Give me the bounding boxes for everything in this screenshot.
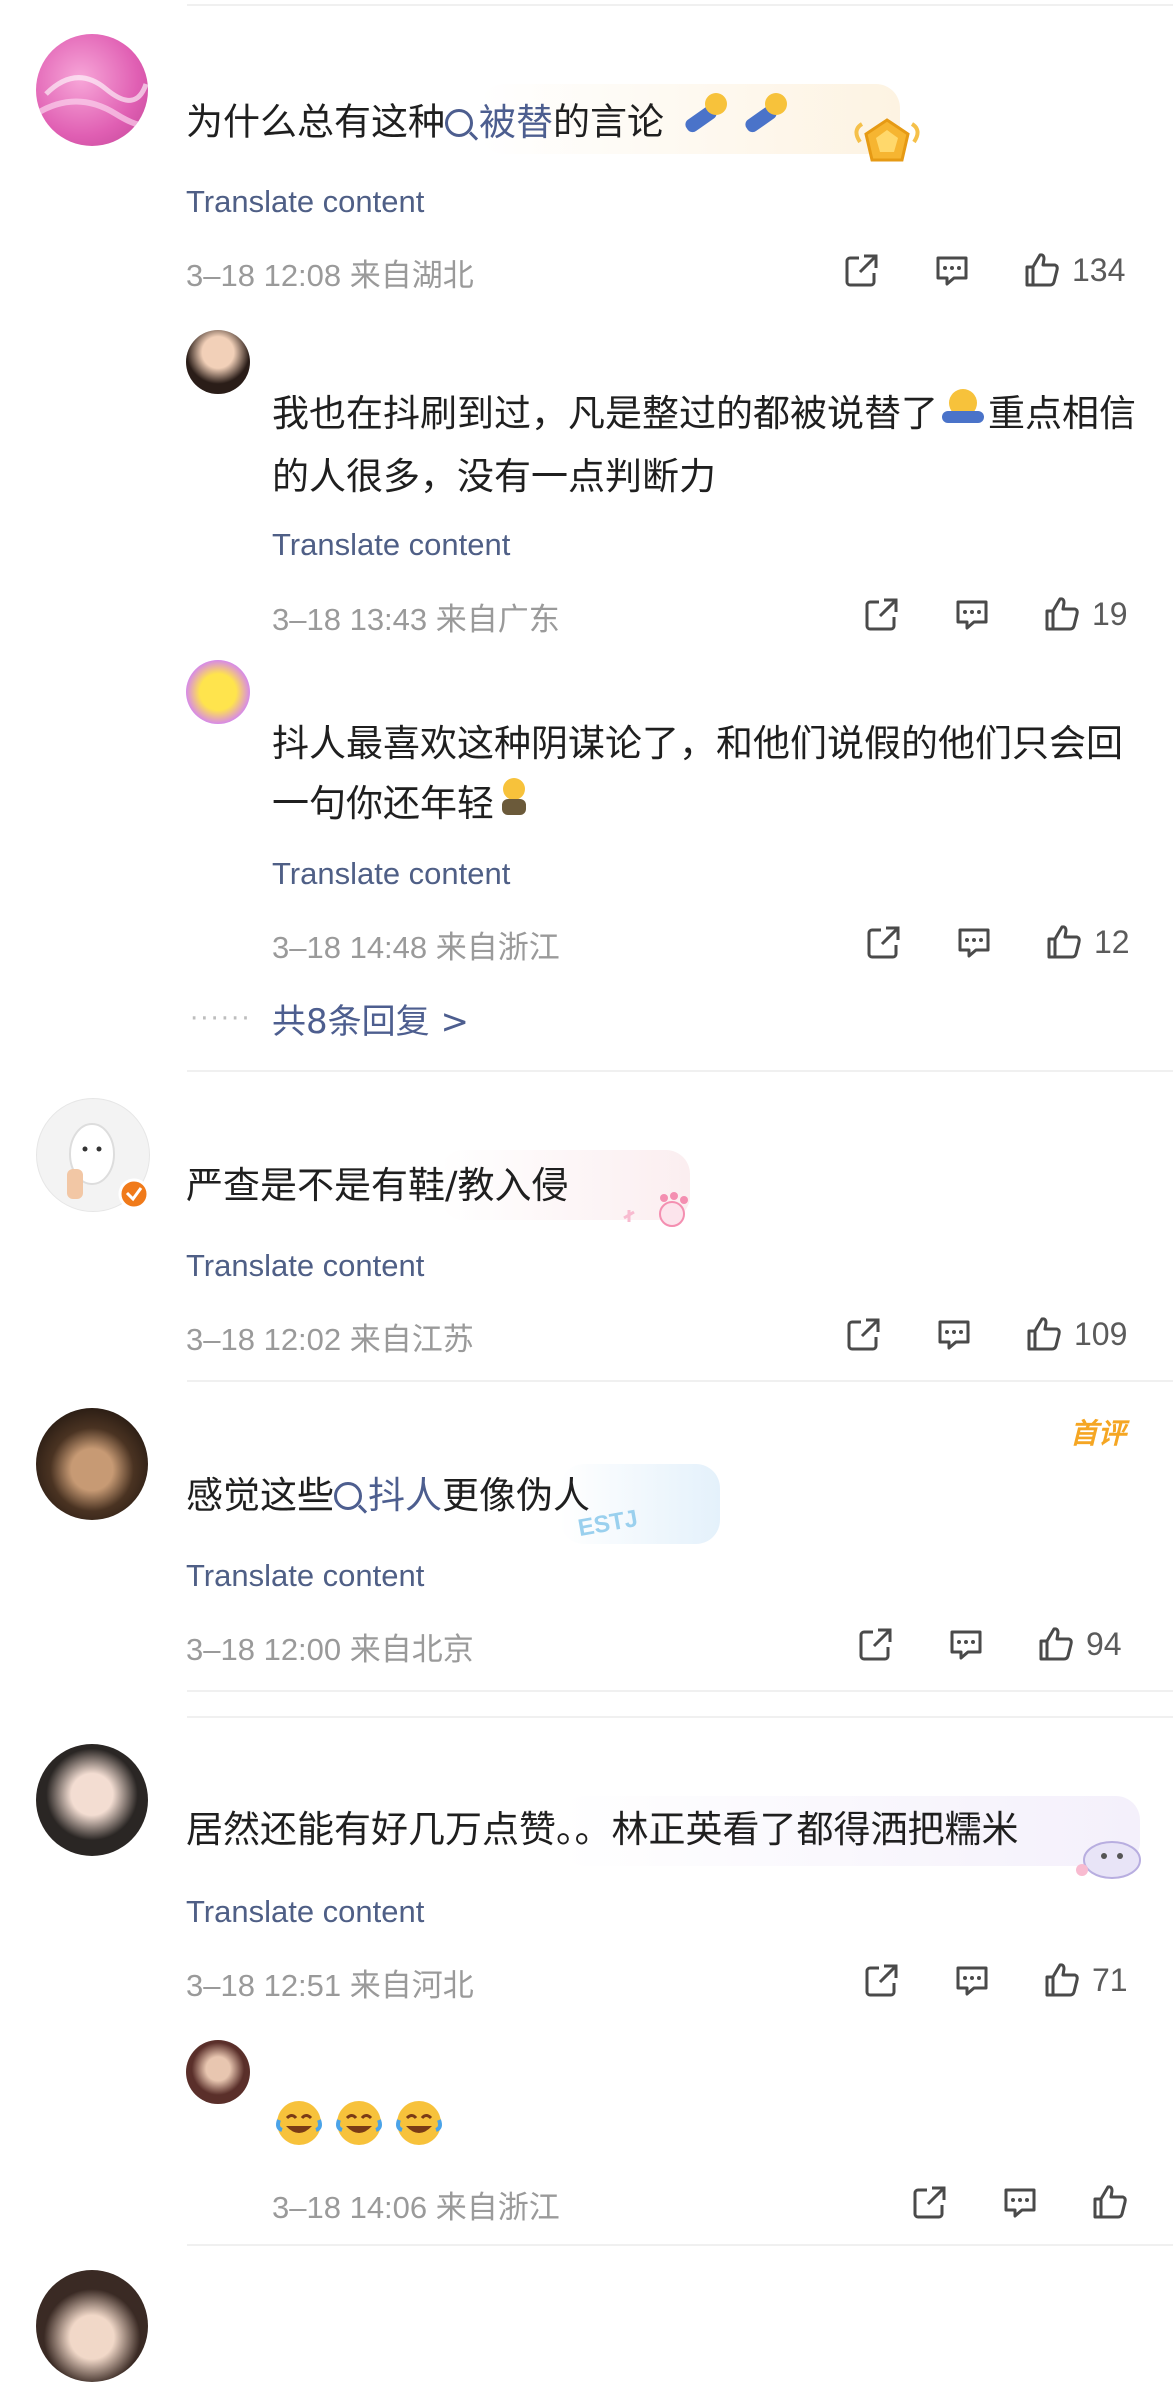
avatar[interactable] (36, 2270, 148, 2382)
like-icon[interactable] (1044, 922, 1084, 962)
divider (187, 1690, 1173, 1692)
like-count: 71 (1092, 1961, 1128, 1998)
translate-link[interactable]: Translate content (186, 184, 424, 220)
verified-badge-icon (118, 1178, 150, 1214)
like-count: 12 (1094, 923, 1130, 960)
comment-icon[interactable] (932, 250, 972, 290)
comment-meta: 3–18 12:08 来自湖北 (186, 258, 474, 293)
like-count: 134 (1072, 251, 1126, 288)
shrug-emoji-icon (938, 385, 988, 447)
like-count: 94 (1086, 1625, 1122, 1662)
comment-text-post: 的言论 (553, 100, 664, 144)
translate-link[interactable]: Translate content (272, 856, 510, 892)
avatar[interactable] (186, 660, 250, 724)
comment-text-pre: 为什么总有这种 (186, 100, 445, 144)
gold-badge-icon (852, 112, 922, 176)
share-icon[interactable] (842, 250, 882, 290)
comment-icon[interactable] (954, 922, 994, 962)
laugh-cry-emoji-icon (274, 2098, 324, 2152)
comment-meta: 3–18 14:48 来自浙江 (272, 930, 560, 965)
sticker-icon (1072, 1830, 1152, 1886)
reply-text: 抖人最喜欢这种阴谋论了，和他们说假的他们只会回一句你还年轻 (272, 714, 1142, 837)
comment-text: 为什么总有这种 被替的言论 (186, 90, 796, 158)
comment-actions: 19 (862, 592, 1128, 636)
comment-actions: 71 (862, 1958, 1128, 2002)
comment-icon[interactable] (1000, 2182, 1040, 2222)
comment-actions: 12 (864, 920, 1130, 964)
like-icon[interactable] (1022, 250, 1062, 290)
like-count: 109 (1074, 1315, 1128, 1352)
avatar[interactable] (36, 34, 148, 146)
comment-text: 严查是不是有鞋/教入侵 (186, 1164, 569, 1207)
comment-text: 感觉这些 抖人更像伪人 (186, 1474, 590, 1517)
more-replies-link[interactable]: 共8条回复 > (272, 994, 469, 1043)
comment-actions: 94 (856, 1622, 1122, 1666)
topic-link[interactable]: 被替 (445, 101, 553, 144)
avatar[interactable] (186, 330, 250, 394)
search-icon (334, 1482, 362, 1510)
first-comment-tag: 首评 (1070, 1417, 1127, 1450)
reply-emoji-row (274, 2098, 444, 2152)
avatar[interactable] (36, 1744, 148, 1856)
like-icon[interactable] (1042, 594, 1082, 634)
share-icon[interactable] (910, 2182, 950, 2222)
translate-link[interactable]: Translate content (186, 1248, 424, 1284)
handshake-emoji-icon (736, 90, 796, 158)
sad-emoji-icon (494, 775, 534, 837)
comment-actions (910, 2180, 1130, 2224)
avatar[interactable] (186, 2040, 250, 2104)
comment-icon[interactable] (952, 1960, 992, 2000)
laugh-cry-emoji-icon (334, 2098, 384, 2152)
comment-meta: 3–18 12:00 来自北京 (186, 1632, 474, 1667)
like-icon[interactable] (1090, 2182, 1130, 2222)
comment-actions: 109 (844, 1312, 1127, 1356)
share-icon[interactable] (862, 594, 902, 634)
comment-text: 居然还能有好几万点赞。。林正英看了都得洒把糯米 (186, 1808, 1019, 1851)
divider (187, 1070, 1173, 1072)
divider (187, 2244, 1173, 2246)
translate-link[interactable]: Translate content (186, 1558, 424, 1594)
comment-meta: 3–18 14:06 来自浙江 (272, 2190, 560, 2225)
comment-meta: 3–18 13:43 来自广东 (272, 602, 560, 637)
share-icon[interactable] (856, 1624, 896, 1664)
comment-meta: 3–18 12:51 来自河北 (186, 1968, 474, 2003)
search-icon (445, 108, 473, 137)
handshake-emoji-icon (676, 90, 736, 158)
paw-sticker-icon (614, 1188, 694, 1238)
reply-text: 我也在抖刷到过，凡是整过的都被说替了 重点相信的人很多，没有一点判断力 (272, 384, 1142, 507)
like-count: 19 (1092, 595, 1128, 632)
more-replies-dots: ······ (190, 1004, 252, 1034)
like-icon[interactable] (1042, 1960, 1082, 2000)
translate-link[interactable]: Translate content (272, 527, 510, 563)
laugh-cry-emoji-icon (394, 2098, 444, 2152)
comment-meta: 3–18 12:02 来自江苏 (186, 1322, 474, 1357)
translate-link[interactable]: Translate content (186, 1894, 424, 1930)
topic-link[interactable]: 抖人 (334, 1474, 442, 1517)
comment-icon[interactable] (934, 1314, 974, 1354)
comment-actions: 134 (842, 248, 1125, 292)
comment-icon[interactable] (946, 1624, 986, 1664)
like-icon[interactable] (1036, 1624, 1076, 1664)
divider (187, 4, 1173, 6)
divider (187, 1716, 1173, 1718)
share-icon[interactable] (864, 922, 904, 962)
share-icon[interactable] (844, 1314, 884, 1354)
like-icon[interactable] (1024, 1314, 1064, 1354)
divider (187, 1380, 1173, 1382)
share-icon[interactable] (862, 1960, 902, 2000)
avatar[interactable] (36, 1408, 148, 1520)
comment-icon[interactable] (952, 594, 992, 634)
